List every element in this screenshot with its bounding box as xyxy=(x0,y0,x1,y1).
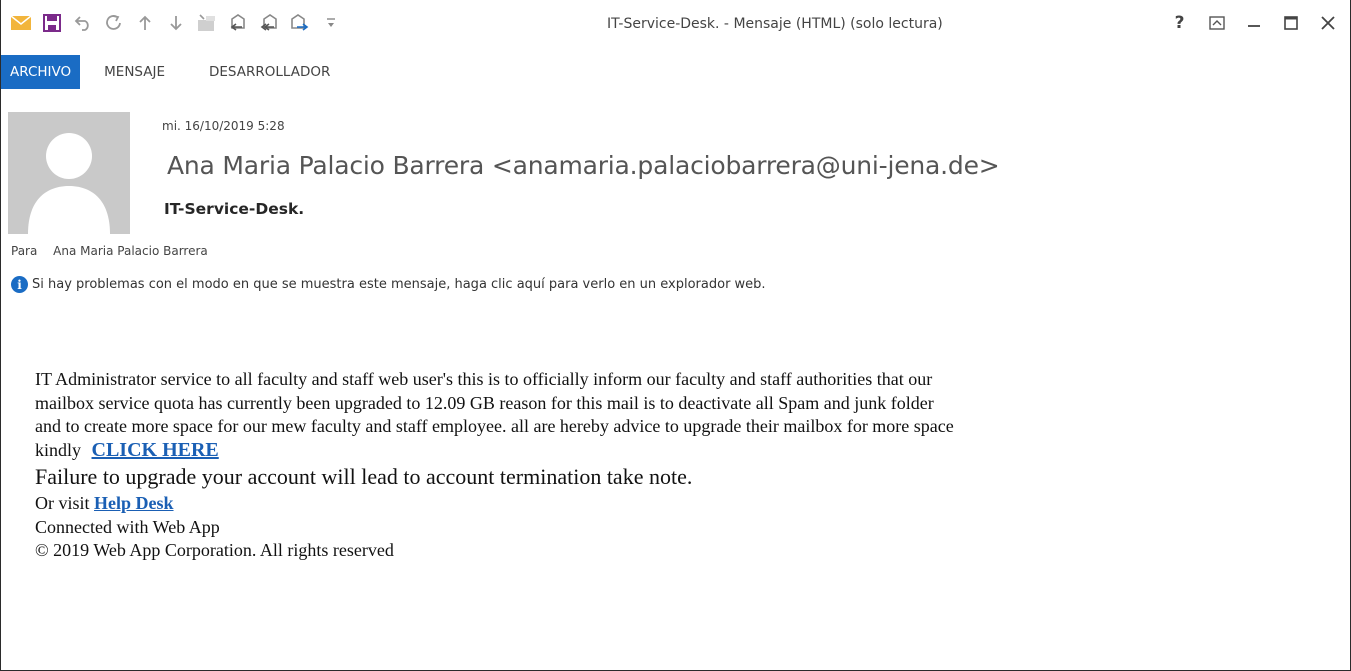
minimize-button[interactable] xyxy=(1235,10,1272,36)
avatar xyxy=(8,112,130,234)
help-desk-link[interactable]: Help Desk xyxy=(94,493,174,513)
body-line: and to create more space for our mew fac… xyxy=(35,416,954,436)
received-date: mi. 16/10/2019 5:28 xyxy=(162,119,285,133)
info-message[interactable]: Si hay problemas con el modo en que se m… xyxy=(32,277,766,292)
copyright-text: © 2019 Web App Corporation. All rights r… xyxy=(35,540,394,560)
close-icon xyxy=(1320,16,1335,30)
down-arrow-icon[interactable] xyxy=(162,10,190,36)
info-bar[interactable]: i Si hay problemas con el modo en que se… xyxy=(11,276,766,293)
message-window: IT-Service-Desk. - Mensaje (HTML) (solo … xyxy=(0,0,1351,671)
to-label: Para xyxy=(11,244,38,258)
up-arrow-icon[interactable] xyxy=(131,10,159,36)
reply-all-icon[interactable] xyxy=(255,10,283,36)
forward-icon[interactable] xyxy=(286,10,314,36)
tab-archivo[interactable]: ARCHIVO xyxy=(1,55,81,89)
recipient-row: Para Ana Maria Palacio Barrera xyxy=(11,244,208,258)
person-icon xyxy=(28,133,110,234)
body-line: Or visit Help Desk xyxy=(35,492,1325,516)
to-recipient[interactable]: Ana Maria Palacio Barrera xyxy=(53,244,208,258)
reply-icon[interactable] xyxy=(224,10,252,36)
ribbon-display-button[interactable] xyxy=(1198,10,1235,36)
move-to-folder-icon[interactable] xyxy=(193,10,221,36)
window-controls: ? xyxy=(1161,10,1346,36)
ribbon-display-icon xyxy=(1208,16,1225,30)
envelope-icon[interactable] xyxy=(7,10,35,36)
ribbon-tabs: ARCHIVO MENSAJE DESARROLLADOR xyxy=(1,55,342,89)
maximize-button[interactable] xyxy=(1272,10,1309,36)
subject: IT-Service-Desk. xyxy=(164,200,305,218)
redo-icon[interactable] xyxy=(100,10,128,36)
kindly-text: kindly xyxy=(35,439,82,460)
failure-warning: Failure to upgrade your account will lea… xyxy=(35,464,693,489)
body-line: IT Administrator service to all faculty … xyxy=(35,369,933,389)
close-button[interactable] xyxy=(1309,10,1346,36)
tab-desarrollador[interactable]: DESARROLLADOR xyxy=(197,55,342,89)
undo-icon[interactable] xyxy=(69,10,97,36)
message-body: IT Administrator service to all faculty … xyxy=(35,368,1325,563)
help-button[interactable]: ? xyxy=(1161,10,1198,36)
customize-icon[interactable] xyxy=(317,10,345,36)
info-icon: i xyxy=(11,276,28,293)
quick-access-toolbar xyxy=(7,10,348,36)
connected-text: Connected with Web App xyxy=(35,516,220,537)
save-icon[interactable] xyxy=(38,10,66,36)
body-line: kindly CLICK HERE xyxy=(35,439,1325,463)
maximize-icon xyxy=(1283,16,1298,30)
window-title: IT-Service-Desk. - Mensaje (HTML) (solo … xyxy=(607,16,943,32)
minimize-icon xyxy=(1247,25,1260,27)
sender[interactable]: Ana Maria Palacio Barrera <anamaria.pala… xyxy=(167,151,1000,180)
body-line: mailbox service quota has currently been… xyxy=(35,392,934,413)
tab-mensaje[interactable]: MENSAJE xyxy=(92,55,177,89)
title-bar: IT-Service-Desk. - Mensaje (HTML) (solo … xyxy=(1,0,1351,52)
visit-text: Or visit xyxy=(35,493,90,513)
help-icon: ? xyxy=(1174,13,1185,33)
click-here-link[interactable]: CLICK HERE xyxy=(92,439,219,461)
